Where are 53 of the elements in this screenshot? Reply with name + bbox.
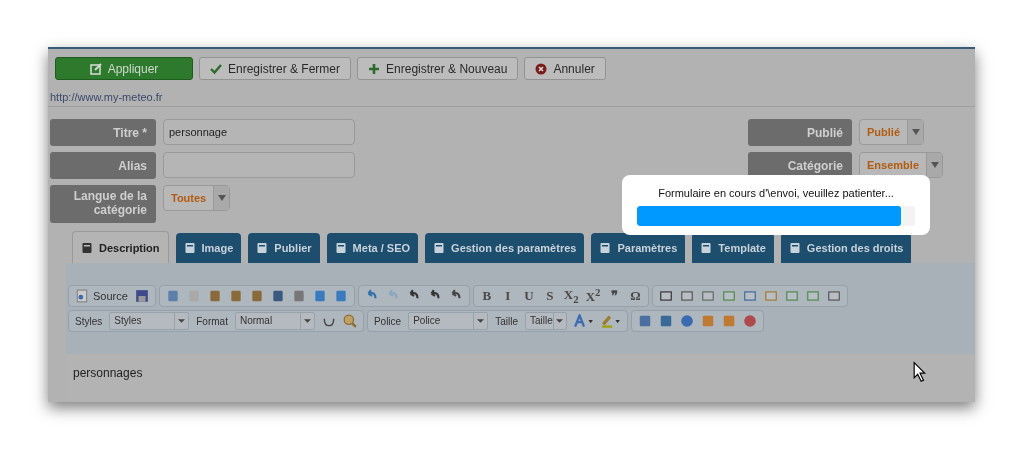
caret-icon: [911, 129, 920, 135]
cancel-icon: [535, 62, 548, 75]
select-label: Taille: [495, 315, 518, 327]
format-button[interactable]: ❞: [607, 288, 622, 304]
text-field[interactable]: [163, 152, 355, 178]
edit-icon: [89, 62, 102, 75]
site-url[interactable]: http://www.my-meteo.fr: [48, 80, 163, 103]
caret-icon: [217, 195, 226, 201]
format-button[interactable]: X$_{2}$: [563, 287, 579, 305]
format-button[interactable]: S: [542, 288, 557, 304]
tab[interactable]: Template: [692, 233, 774, 263]
dropdown[interactable]: Styles: [109, 312, 190, 330]
caret-icon: [178, 319, 186, 323]
text-color-icon[interactable]: [573, 314, 594, 328]
editor-text[interactable]: personnages: [66, 354, 975, 402]
field-label: Publié: [748, 119, 853, 146]
text-field[interactable]: personnage: [163, 119, 355, 145]
tab[interactable]: Description: [72, 231, 169, 263]
caret-icon: [303, 319, 311, 323]
tab[interactable]: Image: [175, 233, 242, 263]
caret-icon: [930, 162, 939, 168]
plus-icon: [368, 62, 381, 75]
toolbar-button[interactable]: Annuler: [524, 57, 606, 80]
caret-icon: [477, 319, 485, 323]
field-label: Alias: [50, 152, 156, 179]
check-icon: [210, 62, 222, 75]
highlighter-icon[interactable]: [600, 314, 621, 328]
tab[interactable]: Gestion des paramètres: [425, 233, 585, 263]
select-label: Format: [196, 315, 228, 327]
format-button[interactable]: U: [521, 288, 536, 304]
field-label: Langue de la catégorie: [50, 185, 156, 223]
format-button[interactable]: X$^{2}$: [585, 286, 601, 306]
format-button[interactable]: Ω: [628, 288, 643, 304]
caret-icon: [556, 319, 564, 323]
field-label: Titre *: [50, 119, 156, 146]
tab[interactable]: Meta / SEO: [326, 233, 419, 263]
select-label: Styles: [75, 315, 103, 327]
toolbar-button[interactable]: Appliquer: [55, 57, 193, 80]
select-label: Police: [373, 315, 402, 327]
mouse-pointer-icon: [913, 361, 927, 383]
magnifier-icon[interactable]: [342, 314, 357, 328]
toolbar-button[interactable]: Enregistrer & Fermer: [199, 57, 352, 80]
dropdown[interactable]: Taille: [524, 312, 567, 330]
tab[interactable]: Gestion des droits: [780, 233, 912, 263]
format-button[interactable]: B: [479, 288, 494, 304]
format-button[interactable]: I: [500, 288, 515, 304]
tab[interactable]: Paramètres: [591, 233, 686, 263]
progress-message: Formulaire en cours d'\envoi, veuillez patienter...: [658, 187, 894, 199]
dropdown[interactable]: Police: [408, 312, 489, 330]
save-icon[interactable]: [134, 289, 149, 303]
dropdown[interactable]: Normal: [234, 312, 315, 330]
toolbar-button[interactable]: Enregistrer & Nouveau: [357, 57, 519, 80]
tab[interactable]: Publier: [248, 233, 320, 263]
